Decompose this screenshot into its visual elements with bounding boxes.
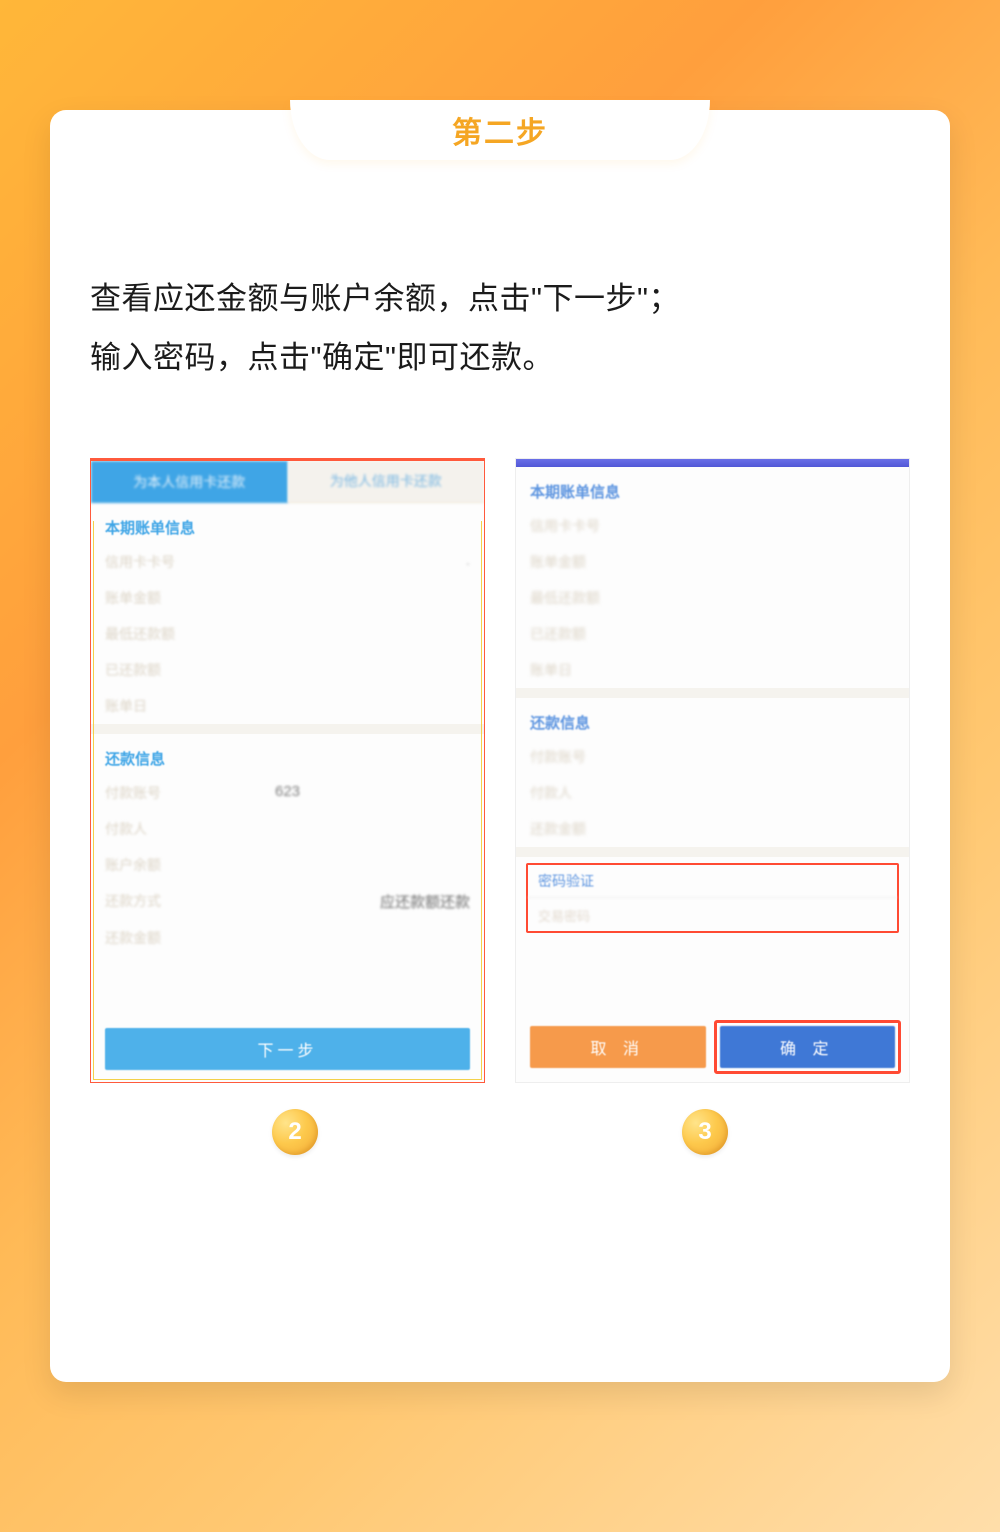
button-row: 取 消 确 定 xyxy=(530,1026,895,1068)
section-title-bill-info-r: 本期账单信息 xyxy=(516,467,909,508)
row-min-payment-r: 最低还款额 xyxy=(516,580,909,616)
password-section-highlight: 密码验证 交易密码 xyxy=(526,863,899,933)
row-pay-account: 付款账号 623 xyxy=(91,775,484,811)
row-card-number-r: 信用卡卡号 xyxy=(516,508,909,544)
row-repay-amount-r: 还款金额 xyxy=(516,811,909,847)
section-title-bill-info: 本期账单信息 xyxy=(91,503,484,544)
divider xyxy=(91,724,484,734)
phone-screenshot-2: 为本人信用卡还款 为他人信用卡还款 本期账单信息 信用卡卡号. 账单金额 最低还… xyxy=(90,458,485,1083)
step-title: 第二步 xyxy=(452,108,548,152)
badge-3: 3 xyxy=(682,1109,728,1155)
section-title-repay-info: 还款信息 xyxy=(91,734,484,775)
status-bar xyxy=(516,459,909,467)
badge-2: 2 xyxy=(272,1109,318,1155)
row-bill-date-r: 账单日 xyxy=(516,652,909,688)
instruction-line-2: 输入密码，点击"确定"即可还款。 xyxy=(90,329,910,388)
confirm-button[interactable]: 确 定 xyxy=(720,1026,896,1068)
pay-account-value: 623 xyxy=(275,783,300,800)
row-bill-amount-r: 账单金额 xyxy=(516,544,909,580)
row-payer: 付款人 xyxy=(91,811,484,847)
instruction-card: 第二步 查看应还金额与账户余额，点击"下一步"； 输入密码，点击"确定"即可还款… xyxy=(50,110,950,1382)
repay-method-value: 应还款额还款 xyxy=(380,891,470,912)
instruction-text: 查看应还金额与账户余额，点击"下一步"； 输入密码，点击"确定"即可还款。 xyxy=(90,270,910,388)
row-pay-account-r: 付款账号 xyxy=(516,739,909,775)
phone-screenshot-3: 本期账单信息 信用卡卡号 账单金额 最低还款额 已还款额 账单日 还款信息 付款… xyxy=(515,458,910,1083)
row-balance: 账户余额 xyxy=(91,847,484,883)
tabs-row: 为本人信用卡还款 为他人信用卡还款 xyxy=(91,461,484,503)
screenshots-row: 为本人信用卡还款 为他人信用卡还款 本期账单信息 信用卡卡号. 账单金额 最低还… xyxy=(90,458,910,1083)
step-number-badges: 2 3 xyxy=(90,1109,910,1155)
row-payer-r: 付款人 xyxy=(516,775,909,811)
instruction-line-1: 查看应还金额与账户余额，点击"下一步"； xyxy=(90,270,910,329)
row-bill-date: 账单日 xyxy=(91,688,484,724)
tab-other-repay[interactable]: 为他人信用卡还款 xyxy=(288,461,485,503)
cancel-button[interactable]: 取 消 xyxy=(530,1026,706,1068)
row-paid-amount: 已还款额 xyxy=(91,652,484,688)
password-input[interactable]: 交易密码 xyxy=(528,897,897,933)
row-min-payment: 最低还款额 xyxy=(91,616,484,652)
tab-self-repay[interactable]: 为本人信用卡还款 xyxy=(91,461,288,503)
password-section-title: 密码验证 xyxy=(528,865,897,897)
row-paid-amount-r: 已还款额 xyxy=(516,616,909,652)
divider-r2 xyxy=(516,847,909,857)
row-card-number: 信用卡卡号. xyxy=(91,544,484,580)
confirm-button-highlight: 确 定 xyxy=(720,1026,896,1068)
row-bill-amount: 账单金额 xyxy=(91,580,484,616)
divider-r1 xyxy=(516,688,909,698)
row-repay-amount: 还款金额 xyxy=(91,920,484,956)
next-step-button[interactable]: 下一步 xyxy=(105,1028,470,1070)
section-title-repay-info-r: 还款信息 xyxy=(516,698,909,739)
row-repay-method: 还款方式 应还款额还款 xyxy=(91,883,484,920)
step-title-tab: 第二步 xyxy=(290,100,710,160)
